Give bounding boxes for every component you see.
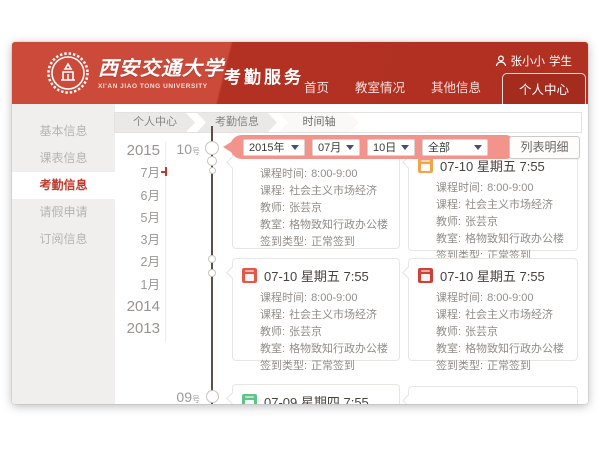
app-window: 西安交通大学 XI'AN JIAO TONG UNIVERSITY 考勤服务 张… <box>12 42 588 404</box>
day-label-09: 09号 <box>166 389 200 404</box>
day-label-10: 10号 <box>166 141 200 157</box>
attendance-card: 07-10 星期五 7:55 课程时间:8:00-9:00 课程:社会主义市场经… <box>232 258 400 361</box>
attendance-status-icon <box>242 394 257 404</box>
breadcrumb: 个人中心 考勤信息 时间轴 <box>114 112 582 133</box>
sidebar-item-subscription-info[interactable]: 订阅信息 <box>12 226 115 253</box>
user-name: 张小小 <box>511 53 546 69</box>
timeline-node <box>209 167 216 174</box>
card-date-title: 07-10 星期五 7:55 <box>440 266 545 285</box>
period-march[interactable]: 3月 <box>108 229 160 251</box>
university-name-en: XI'AN JIAO TONG UNIVERSITY <box>98 83 224 90</box>
chevron-down-icon <box>346 145 354 150</box>
user-account[interactable]: 张小小 学生 <box>495 53 573 69</box>
timeline-node <box>208 255 216 263</box>
day-select[interactable]: 10日 <box>367 139 415 156</box>
card-date-title: 07-10 星期五 7:55 <box>264 266 369 285</box>
user-role: 学生 <box>549 53 572 69</box>
attendance-card: 课程时间:8:00-9:00 课程:社会主义市场经济 教师:张芸京 教室:格物致… <box>232 148 400 249</box>
chevron-down-icon <box>401 145 409 150</box>
tab-personal-center[interactable]: 个人中心 <box>502 73 586 104</box>
sidebar-item-schedule-info[interactable]: 课表信息 <box>12 145 115 172</box>
chevron-down-icon <box>291 145 299 150</box>
nav-item-other-info[interactable]: 其他信息 <box>431 77 481 96</box>
period-2015[interactable]: 2015 <box>108 140 160 162</box>
current-month-marker <box>161 167 167 176</box>
sidebar: 基本信息 课表信息 考勤信息 请假申请 订阅信息 <box>12 104 115 404</box>
university-name-block: 西安交通大学 XI'AN JIAO TONG UNIVERSITY <box>98 52 224 90</box>
attendance-card: 07-09 星期四 7:55 <box>232 384 400 404</box>
period-january[interactable]: 1月 <box>108 274 160 296</box>
sidebar-item-basic-info[interactable]: 基本信息 <box>12 118 115 145</box>
attendance-card <box>408 386 578 404</box>
nav-item-home[interactable]: 首页 <box>304 77 329 96</box>
breadcrumb-attendance-info[interactable]: 考勤信息 <box>197 113 277 132</box>
card-date-title: 07-09 星期四 7:55 <box>264 392 369 404</box>
period-2013[interactable]: 2013 <box>108 318 160 340</box>
period-june[interactable]: 6月 <box>108 185 160 207</box>
month-select[interactable]: 07月 <box>312 139 360 156</box>
type-select[interactable]: 全部 <box>422 139 488 156</box>
attendance-status-icon <box>242 268 257 283</box>
timeline-node <box>208 269 216 277</box>
attendance-card: 07-10 星期五 7:55 课程时间:8:00-9:00 课程:社会主义市场经… <box>408 258 578 361</box>
attendance-card: 07-10 星期五 7:55 课程时间:8:00-9:00 课程:社会主义市场经… <box>408 148 578 251</box>
sidebar-item-leave-request[interactable]: 请假申请 <box>12 199 115 226</box>
period-july[interactable]: 7月 <box>108 162 160 184</box>
period-may[interactable]: 5月 <box>108 207 160 229</box>
sidebar-item-attendance-info[interactable]: 考勤信息 <box>12 172 115 199</box>
year-select[interactable]: 2015年 <box>243 139 305 156</box>
attendance-status-icon <box>418 268 433 283</box>
breadcrumb-personal-center[interactable]: 个人中心 <box>115 113 195 132</box>
university-logo-icon <box>46 51 90 95</box>
breadcrumb-timeline[interactable]: 时间轴 <box>279 113 359 132</box>
list-detail-button[interactable]: 列表明细 <box>509 136 580 159</box>
chevron-down-icon <box>474 145 482 150</box>
timeline-node <box>206 390 219 403</box>
timeline-period-list: 2015 7月 6月 5月 3月 2月 1月 2014 2013 <box>108 140 160 341</box>
nav-item-classrooms[interactable]: 教室情况 <box>355 77 405 96</box>
header-bar: 西安交通大学 XI'AN JIAO TONG UNIVERSITY 考勤服务 张… <box>12 42 588 104</box>
user-icon <box>495 55 507 67</box>
timeline-node <box>205 141 219 155</box>
main-nav: 首页 教室情况 其他信息 个人中心 <box>291 73 586 104</box>
period-february[interactable]: 2月 <box>108 251 160 273</box>
period-2014[interactable]: 2014 <box>108 296 160 318</box>
date-filter-bar: 2015年 07月 10日 全部 <box>230 135 517 159</box>
university-name: 西安交通大学 <box>98 52 224 81</box>
timeline-node <box>207 156 217 166</box>
attendance-status-icon <box>418 158 433 173</box>
